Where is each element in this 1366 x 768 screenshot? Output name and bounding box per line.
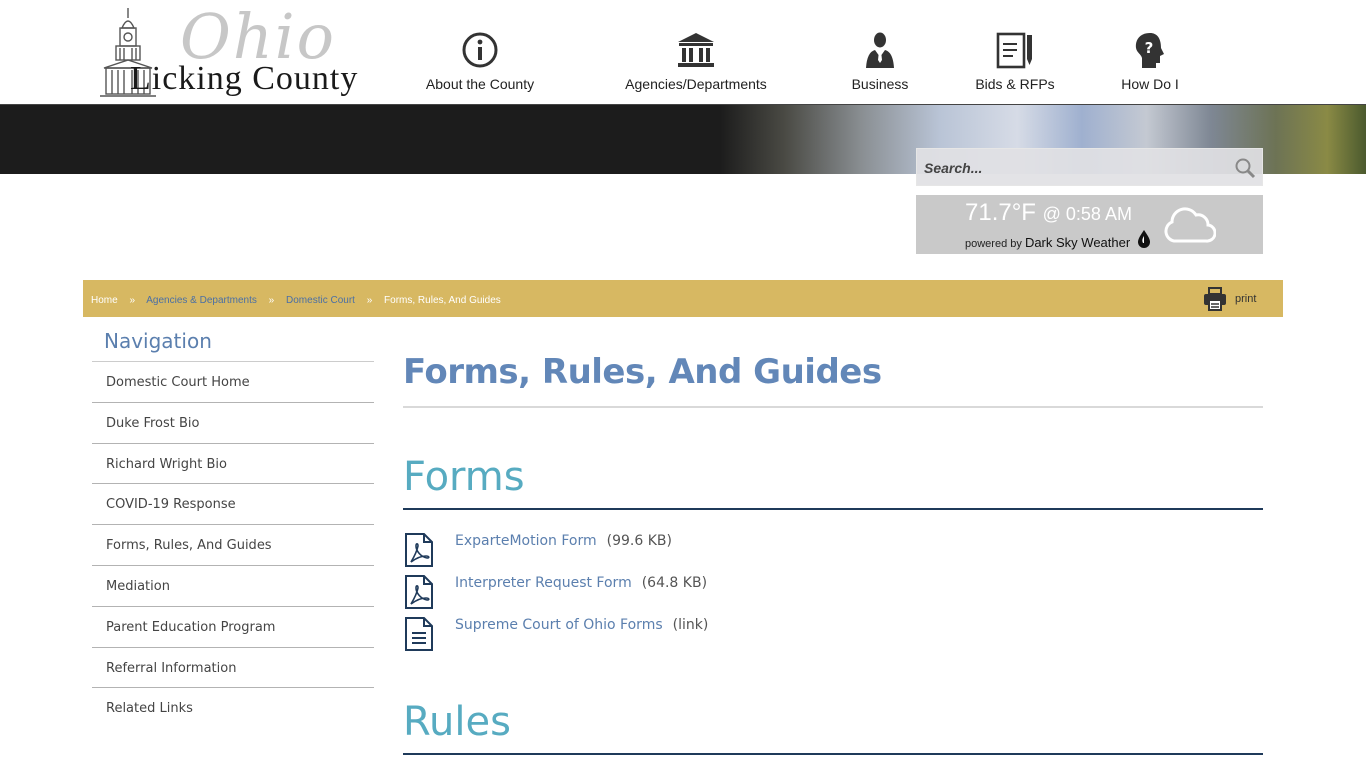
pdf-icon [405, 533, 433, 567]
weather-powered-by: powered by Dark Sky Weather [965, 235, 1130, 250]
pdf-icon [405, 575, 433, 609]
sidebar-item-forms-rules-guides[interactable]: Forms, Rules, And Guides [92, 525, 374, 566]
nav-business[interactable]: Business [845, 30, 915, 96]
powered-by-prefix: powered by [965, 238, 1022, 250]
sidebar-item-mediation[interactable]: Mediation [92, 566, 374, 607]
nav-label: Agencies/Departments [625, 76, 767, 92]
sidebar-title: Navigation [92, 320, 374, 362]
nav-label: Business [851, 76, 909, 92]
question-head-icon: ? [1135, 33, 1164, 68]
nav-label: Bids & RFPs [975, 76, 1055, 92]
sidebar-item-covid-19-response[interactable]: COVID-19 Response [92, 484, 374, 526]
nav-bids-rfps[interactable]: Bids & RFPs [970, 30, 1060, 96]
sidebar-item-domestic-court-home[interactable]: Domestic Court Home [92, 362, 374, 403]
weather-time: @ 0:58 AM [1042, 204, 1132, 224]
search-input[interactable] [917, 149, 1217, 187]
dark-sky-logo-icon [1138, 230, 1150, 248]
breadcrumb-current: Forms, Rules, And Guides [384, 295, 501, 306]
section-heading-rules: Rules [403, 699, 1263, 755]
print-button[interactable]: print [1203, 287, 1273, 311]
printer-icon [1204, 287, 1226, 311]
sidebar-item-richard-wright-bio[interactable]: Richard Wright Bio [92, 444, 374, 485]
nav-about-the-county[interactable]: About the County [420, 30, 540, 96]
nav-agencies-departments[interactable]: Agencies/Departments [616, 30, 776, 96]
section-heading-forms: Forms [403, 454, 1263, 510]
logo-county-name: Licking County [130, 60, 359, 97]
search-box [916, 148, 1263, 187]
sidebar-item-referral-information[interactable]: Referral Information [92, 648, 374, 689]
document-pen-icon [996, 32, 1032, 69]
sidebar-item-duke-frost-bio[interactable]: Duke Frost Bio [92, 403, 374, 444]
sidebar-item-parent-education-program[interactable]: Parent Education Program [92, 607, 374, 648]
svg-text:?: ? [1145, 39, 1154, 57]
document-name: ExparteMotion Form [455, 533, 597, 549]
sidebar-item-related-links[interactable]: Related Links [92, 688, 374, 729]
document-link-exparte-motion-form[interactable]: ExparteMotion Form (99.6 KB) [455, 533, 672, 549]
breadcrumb-home[interactable]: Home [91, 295, 118, 306]
weather-temp-value: 71.7°F [965, 199, 1036, 226]
document-item: Supreme Court of Ohio Forms (link) [403, 617, 1263, 657]
document-name: Supreme Court of Ohio Forms [455, 617, 663, 633]
weather-widget: 71.7°F @ 0:58 AM powered by Dark Sky Wea… [916, 195, 1263, 254]
breadcrumb-agencies[interactable]: Agencies & Departments [146, 295, 257, 306]
government-building-icon [678, 33, 714, 67]
info-icon [462, 32, 498, 68]
main-content: Forms, Rules, And Guides Forms ExparteMo… [403, 350, 1263, 755]
cloud-icon [1164, 207, 1216, 243]
weather-temperature: 71.7°F @ 0:58 AM [965, 199, 1132, 227]
document-name: Interpreter Request Form [455, 575, 632, 591]
document-item: Interpreter Request Form (64.8 KB) [403, 575, 1263, 615]
businessman-icon [866, 32, 894, 68]
powered-by-link[interactable]: Dark Sky Weather [1025, 235, 1130, 250]
page-title: Forms, Rules, And Guides [403, 350, 1263, 408]
document-link-interpreter-request-form[interactable]: Interpreter Request Form (64.8 KB) [455, 575, 707, 591]
nav-label: About the County [425, 76, 535, 92]
breadcrumb-domestic-court[interactable]: Domestic Court [286, 295, 355, 306]
search-icon[interactable] [1234, 157, 1256, 179]
breadcrumb-separator: » [366, 295, 373, 306]
breadcrumb-separator: » [268, 295, 275, 306]
breadcrumb-separator: » [129, 295, 136, 306]
sidebar-navigation: Navigation Domestic Court Home Duke Fros… [92, 320, 374, 729]
breadcrumb: Home » Agencies & Departments » Domestic… [83, 280, 1283, 317]
document-size: (64.8 KB) [641, 575, 708, 591]
nav-how-do-i[interactable]: ? How Do I [1110, 30, 1190, 96]
document-size: (99.6 KB) [606, 533, 672, 549]
document-item: ExparteMotion Form (99.6 KB) [403, 533, 1263, 573]
document-link-type: (link) [672, 617, 709, 633]
document-link-supreme-court-forms[interactable]: Supreme Court of Ohio Forms (link) [455, 617, 708, 633]
print-label: print [1235, 293, 1257, 305]
county-logo[interactable]: Ohio Licking County [96, 0, 357, 100]
nav-label: How Do I [1121, 76, 1179, 92]
document-icon [405, 617, 433, 651]
site-header: Ohio Licking County About the County Age… [0, 0, 1366, 104]
